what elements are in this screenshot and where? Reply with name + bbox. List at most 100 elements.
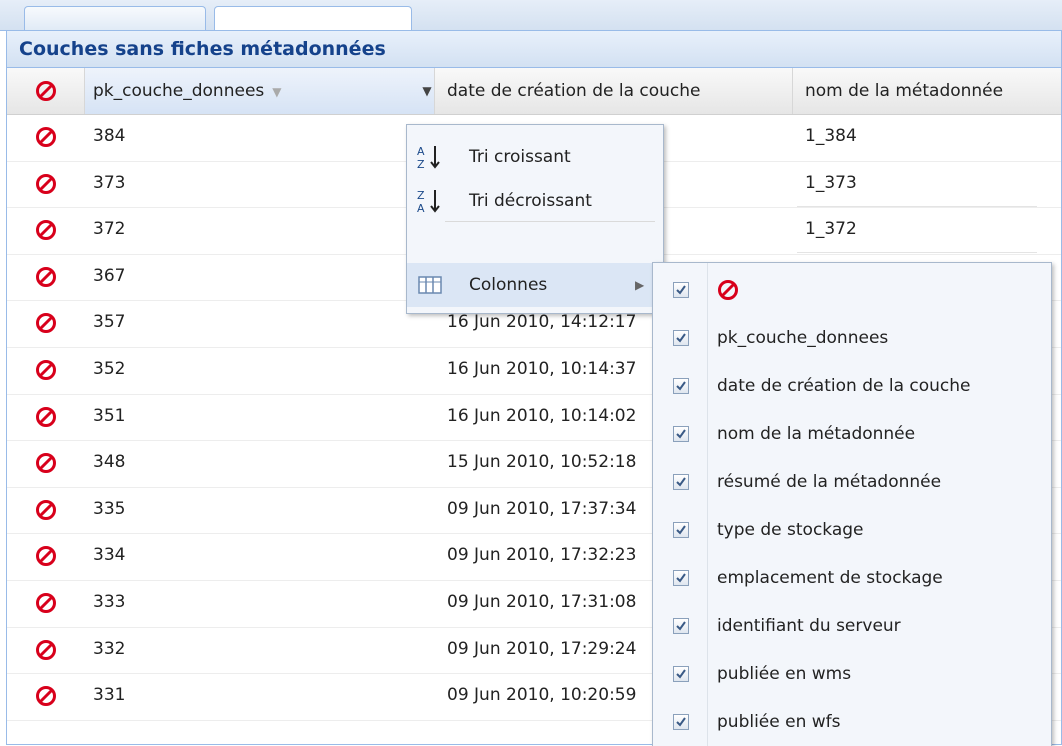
divider xyxy=(797,206,1037,207)
columns-submenu-item-label: emplacement de stockage xyxy=(717,568,943,588)
columns-submenu-item-label: publiée en wfs xyxy=(717,712,841,732)
column-visibility-checkbox[interactable] xyxy=(673,282,689,298)
submenu-item-icon xyxy=(717,279,739,301)
column-context-menu: AZ Tri croissant ZA Tri décroissant Colo… xyxy=(406,124,664,314)
row-status-icon xyxy=(35,173,57,200)
menu-item-sort-asc[interactable]: AZ Tri croissant xyxy=(407,135,663,179)
grid-header: pk_couche_donnees ▼ ▼ date de création de… xyxy=(7,68,1061,115)
no-entry-icon xyxy=(36,127,56,147)
no-entry-icon xyxy=(36,220,56,241)
columns-submenu: pk_couche_donneesdate de création de la … xyxy=(652,262,1052,746)
no-entry-icon xyxy=(36,313,56,334)
cell-date: 09 Jun 2010, 17:29:24 xyxy=(447,638,637,659)
no-entry-icon xyxy=(36,453,56,474)
columns-submenu-item-label: type de stockage xyxy=(717,520,864,540)
column-visibility-checkbox[interactable] xyxy=(673,522,689,538)
cell-nom: 1_373 xyxy=(805,172,857,193)
cell-date: 09 Jun 2010, 17:31:08 xyxy=(447,591,637,612)
tab-active[interactable] xyxy=(214,6,412,31)
cell-pk: 351 xyxy=(93,405,126,426)
columns-submenu-item[interactable]: nom de la métadonnée xyxy=(653,410,1051,458)
columns-submenu-item[interactable]: résumé de la métadonnée xyxy=(653,458,1051,506)
no-entry-icon xyxy=(36,173,56,194)
columns-submenu-item[interactable]: publiée en wfs xyxy=(653,698,1051,746)
row-status-icon xyxy=(35,359,57,386)
submenu-arrow-icon: ▶ xyxy=(635,278,645,292)
row-status-icon xyxy=(35,685,57,712)
no-entry-icon xyxy=(36,639,56,660)
columns-submenu-item-label: nom de la métadonnée xyxy=(717,424,916,444)
columns-submenu-item-label: résumé de la métadonnée xyxy=(717,472,942,492)
check-icon xyxy=(676,333,686,343)
check-icon xyxy=(676,429,686,439)
no-entry-icon xyxy=(36,266,56,287)
row-status-icon xyxy=(35,266,57,293)
menu-item-columns[interactable]: Colonnes ▶ xyxy=(407,263,663,307)
columns-icon xyxy=(418,276,442,294)
divider xyxy=(797,252,1037,253)
check-icon xyxy=(676,525,686,535)
cell-pk: 372 xyxy=(93,219,126,240)
column-visibility-checkbox[interactable] xyxy=(673,330,689,346)
check-icon xyxy=(676,285,686,295)
column-visibility-checkbox[interactable] xyxy=(673,714,689,730)
cell-date: 16 Jun 2010, 10:14:37 xyxy=(447,358,637,379)
columns-submenu-item[interactable] xyxy=(653,266,1051,314)
row-status-icon xyxy=(35,406,57,433)
cell-date: 16 Jun 2010, 10:14:02 xyxy=(447,405,637,426)
columns-submenu-item[interactable]: publiée en wms xyxy=(653,650,1051,698)
row-status-icon xyxy=(35,452,57,479)
column-header-pk[interactable]: pk_couche_donnees ▼ xyxy=(85,68,435,114)
columns-submenu-item-label: date de création de la couche xyxy=(717,376,971,396)
cell-pk: 373 xyxy=(93,172,126,193)
row-status-icon xyxy=(35,592,57,619)
column-visibility-checkbox[interactable] xyxy=(673,570,689,586)
cell-pk: 333 xyxy=(93,591,126,612)
cell-date: 09 Jun 2010, 10:20:59 xyxy=(447,685,637,706)
no-entry-icon xyxy=(36,592,56,613)
columns-submenu-item-label: identifiant du serveur xyxy=(717,616,901,636)
tab-inactive[interactable] xyxy=(24,6,206,31)
row-status-icon xyxy=(35,639,57,666)
menu-item-columns-label: Colonnes xyxy=(469,275,548,295)
columns-submenu-item[interactable]: emplacement de stockage xyxy=(653,554,1051,602)
row-status-icon xyxy=(35,312,57,339)
svg-text:Z: Z xyxy=(417,189,425,202)
check-icon xyxy=(676,477,686,487)
columns-submenu-item[interactable]: pk_couche_donnees xyxy=(653,314,1051,362)
column-header-nom-label: nom de la métadonnée xyxy=(805,81,1004,101)
svg-text:A: A xyxy=(417,145,425,158)
svg-text:A: A xyxy=(417,202,425,215)
column-visibility-checkbox[interactable] xyxy=(673,666,689,682)
row-status-icon xyxy=(35,499,57,526)
column-header-icon[interactable] xyxy=(7,68,85,114)
column-menu-trigger-icon[interactable]: ▼ xyxy=(417,68,437,114)
column-visibility-checkbox[interactable] xyxy=(673,378,689,394)
column-header-nom[interactable]: nom de la métadonnée xyxy=(793,68,1061,114)
columns-submenu-item-label: pk_couche_donnees xyxy=(717,328,889,348)
columns-submenu-item[interactable]: type de stockage xyxy=(653,506,1051,554)
row-status-icon xyxy=(35,219,57,246)
check-icon xyxy=(676,621,686,631)
columns-submenu-item[interactable]: identifiant du serveur xyxy=(653,602,1051,650)
menu-item-sort-desc[interactable]: ZA Tri décroissant xyxy=(407,179,663,223)
column-visibility-checkbox[interactable] xyxy=(673,474,689,490)
column-visibility-checkbox[interactable] xyxy=(673,426,689,442)
menu-item-sort-desc-label: Tri décroissant xyxy=(469,191,592,211)
svg-text:Z: Z xyxy=(417,158,425,171)
column-visibility-checkbox[interactable] xyxy=(673,618,689,634)
sort-ascending-icon: AZ xyxy=(417,145,440,171)
columns-submenu-item[interactable]: date de création de la couche xyxy=(653,362,1051,410)
cell-date: 15 Jun 2010, 10:52:18 xyxy=(447,452,637,473)
menu-item-sort-asc-label: Tri croissant xyxy=(469,147,571,167)
column-header-date[interactable]: date de création de la couche xyxy=(435,68,793,114)
check-icon xyxy=(676,717,686,727)
column-header-pk-label: pk_couche_donnees xyxy=(93,81,265,101)
cell-pk: 332 xyxy=(93,638,126,659)
sort-arrow-icon: ▼ xyxy=(272,85,282,99)
cell-pk: 348 xyxy=(93,452,126,473)
column-header-date-label: date de création de la couche xyxy=(447,81,701,101)
cell-pk: 357 xyxy=(93,312,126,333)
check-icon xyxy=(676,381,686,391)
cell-nom: 1_372 xyxy=(805,219,857,240)
